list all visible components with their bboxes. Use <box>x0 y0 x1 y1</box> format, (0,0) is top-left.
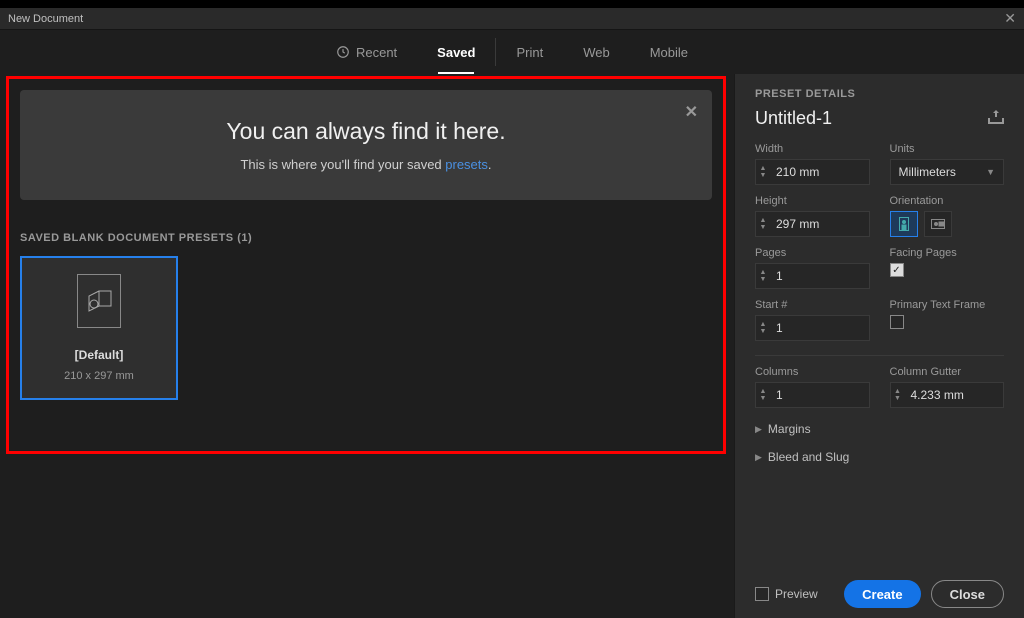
tab-print[interactable]: Print <box>496 30 563 74</box>
category-tabs: Recent Saved Print Web Mobile <box>0 30 1024 74</box>
preset-dims: 210 x 297 mm <box>64 370 134 382</box>
label-gutter: Column Gutter <box>890 366 1005 378</box>
chevron-up-icon[interactable]: ▲ <box>894 388 901 395</box>
banner-title: You can always find it here. <box>38 118 694 145</box>
banner-text: This is where you'll find your saved pre… <box>38 157 694 172</box>
chevron-down-icon[interactable]: ▼ <box>760 172 767 179</box>
document-name[interactable]: Untitled-1 <box>755 108 832 129</box>
info-banner: ✕ You can always find it here. This is w… <box>20 90 712 200</box>
input-pages[interactable]: ▲▼ 1 <box>755 263 870 289</box>
input-start-number[interactable]: ▲▼ 1 <box>755 315 870 341</box>
label-units: Units <box>890 143 1005 155</box>
label-primary-frame: Primary Text Frame <box>890 299 1005 311</box>
details-header: PRESET DETAILS <box>755 88 1004 100</box>
checkbox-primary-frame[interactable] <box>890 315 904 329</box>
chevron-up-icon[interactable]: ▲ <box>760 165 767 172</box>
orientation-portrait[interactable] <box>890 211 918 237</box>
chevron-down-icon[interactable]: ▼ <box>760 276 767 283</box>
label-pages: Pages <box>755 247 870 259</box>
preview-toggle[interactable]: Preview <box>755 587 818 601</box>
presets-link[interactable]: presets <box>445 157 488 172</box>
preset-name: [Default] <box>75 348 124 362</box>
checkbox-facing-pages[interactable]: ✓ <box>890 263 904 277</box>
label-facing: Facing Pages <box>890 247 1005 259</box>
dialog-footer: Preview Create Close <box>755 566 1004 608</box>
tab-recent[interactable]: Recent <box>316 30 417 74</box>
window-close-icon[interactable]: ✕ <box>1004 10 1016 27</box>
label-height: Height <box>755 195 870 207</box>
presets-pane: ✕ You can always find it here. This is w… <box>0 74 734 618</box>
orientation-landscape[interactable] <box>924 211 952 237</box>
tab-mobile[interactable]: Mobile <box>630 30 708 74</box>
preset-details-pane: PRESET DETAILS Untitled-1 Width ▲▼ 210 m… <box>734 74 1024 618</box>
banner-close-icon[interactable]: ✕ <box>685 102 698 122</box>
preset-default[interactable]: [Default] 210 x 297 mm <box>20 256 178 400</box>
input-height[interactable]: ▲▼ 297 mm <box>755 211 870 237</box>
chevron-up-icon[interactable]: ▲ <box>760 217 767 224</box>
input-gutter[interactable]: ▲▼ 4.233 mm <box>890 382 1005 408</box>
chevron-down-icon[interactable]: ▼ <box>760 328 767 335</box>
close-button[interactable]: Close <box>931 580 1004 608</box>
clock-icon <box>336 45 350 59</box>
tab-web[interactable]: Web <box>563 30 630 74</box>
chevron-up-icon[interactable]: ▲ <box>760 388 767 395</box>
checkbox-preview[interactable] <box>755 587 769 601</box>
label-orientation: Orientation <box>890 195 1005 207</box>
label-columns: Columns <box>755 366 870 378</box>
divider <box>755 355 1004 356</box>
select-units[interactable]: Millimeters ▼ <box>890 159 1005 185</box>
chevron-down-icon[interactable]: ▼ <box>760 224 767 231</box>
label-width: Width <box>755 143 870 155</box>
section-header: SAVED BLANK DOCUMENT PRESETS (1) <box>20 232 712 244</box>
titlebar: New Document ✕ <box>0 8 1024 30</box>
collapse-margins[interactable]: ▶ Margins <box>755 422 1004 436</box>
chevron-up-icon[interactable]: ▲ <box>760 269 767 276</box>
chevron-right-icon: ▶ <box>755 452 762 463</box>
collapse-bleed-slug[interactable]: ▶ Bleed and Slug <box>755 450 1004 464</box>
chevron-down-icon[interactable]: ▼ <box>760 395 767 402</box>
document-icon <box>77 274 121 328</box>
input-width[interactable]: ▲▼ 210 mm <box>755 159 870 185</box>
tab-saved[interactable]: Saved <box>417 30 495 74</box>
create-button[interactable]: Create <box>844 580 920 608</box>
new-document-dialog: New Document ✕ Recent Saved Print Web Mo… <box>0 8 1024 618</box>
label-start: Start # <box>755 299 870 311</box>
chevron-down-icon: ▼ <box>986 167 995 177</box>
input-columns[interactable]: ▲▼ 1 <box>755 382 870 408</box>
dialog-title: New Document <box>8 13 83 25</box>
chevron-right-icon: ▶ <box>755 424 762 435</box>
chevron-down-icon[interactable]: ▼ <box>894 395 901 402</box>
chevron-up-icon[interactable]: ▲ <box>760 321 767 328</box>
save-preset-icon[interactable] <box>988 110 1004 127</box>
